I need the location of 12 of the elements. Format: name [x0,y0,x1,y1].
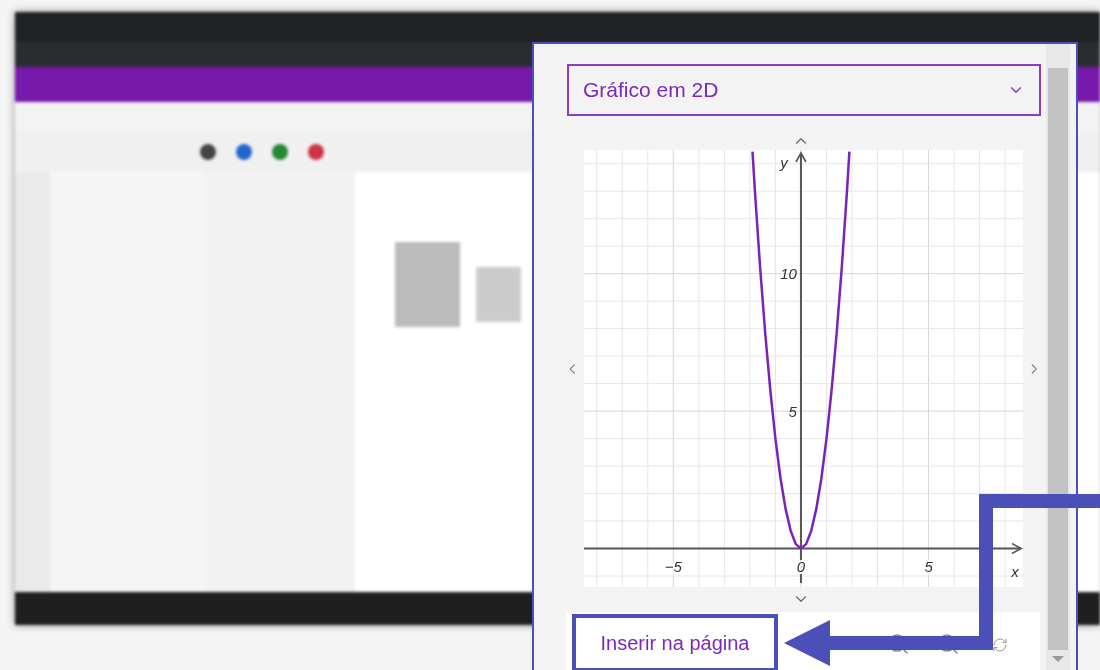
scroll-down-icon[interactable] [1052,656,1064,662]
axis-label: y [779,154,788,171]
tick-label: 5 [788,402,797,420]
reset-icon[interactable] [992,637,1008,653]
insert-button[interactable]: Inserir na página [572,614,778,670]
scrollbar[interactable] [1046,44,1070,670]
scrollbar-thumb[interactable] [1048,68,1068,650]
graph-type-dropdown[interactable]: Gráfico em 2D [567,64,1041,116]
tick-label: −5 [664,557,682,575]
tick-label: 10 [779,265,797,283]
axis-label: x [1010,562,1019,580]
tick-label: 5 [923,557,933,575]
